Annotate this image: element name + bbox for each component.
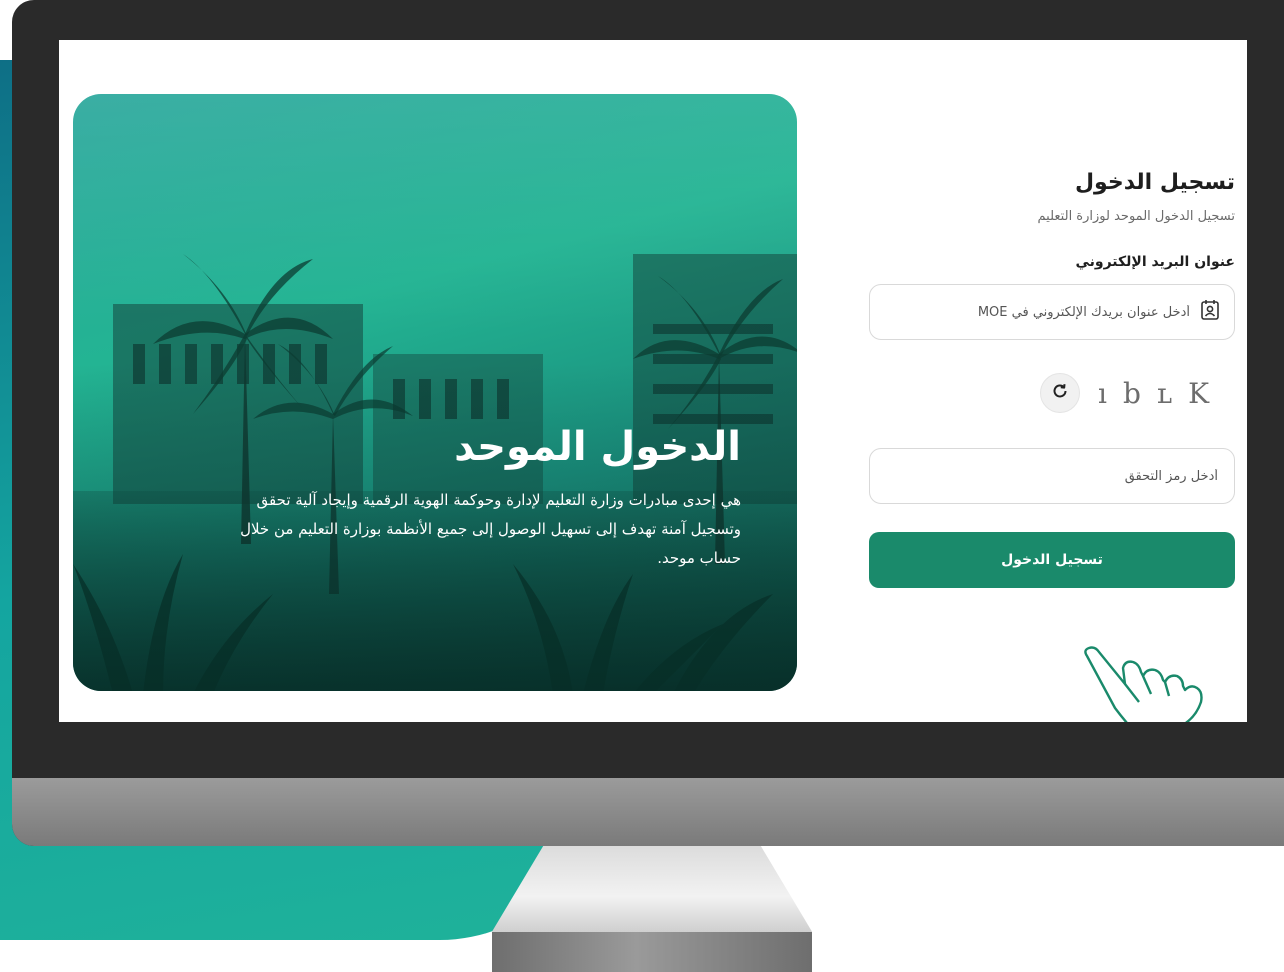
captcha-row: ıbʟK — [867, 370, 1235, 416]
hero-description: هي إحدى مبادرات وزارة التعليم لإدارة وحو… — [240, 491, 741, 567]
captcha-image: ıbʟK — [1098, 376, 1225, 410]
screen: الدخول الموحد هي إحدى مبادرات وزارة التع… — [59, 40, 1247, 722]
hero-title: الدخول الموحد — [454, 424, 741, 470]
email-input[interactable] — [884, 284, 1192, 340]
email-label: عنوان البريد الإلكتروني — [1075, 254, 1235, 270]
captcha-input[interactable] — [884, 448, 1220, 504]
email-field[interactable] — [869, 284, 1235, 340]
refresh-captcha-button[interactable] — [1040, 373, 1080, 413]
monitor-chin — [12, 778, 1284, 846]
monitor-stand-base — [492, 932, 812, 972]
login-subtitle: تسجيل الدخول الموحد لوزارة التعليم — [1037, 209, 1235, 224]
hero-card: الدخول الموحد هي إحدى مبادرات وزارة التع… — [73, 94, 797, 691]
hand-pointer-icon — [1084, 646, 1203, 722]
refresh-icon — [1051, 382, 1069, 404]
contact-card-icon — [1200, 299, 1220, 325]
captcha-field[interactable] — [869, 448, 1235, 504]
login-button[interactable]: تسجيل الدخول — [869, 532, 1235, 588]
login-title: تسجيل الدخول — [1074, 170, 1235, 195]
login-form: تسجيل الدخول تسجيل الدخول الموحد لوزارة … — [867, 170, 1235, 588]
